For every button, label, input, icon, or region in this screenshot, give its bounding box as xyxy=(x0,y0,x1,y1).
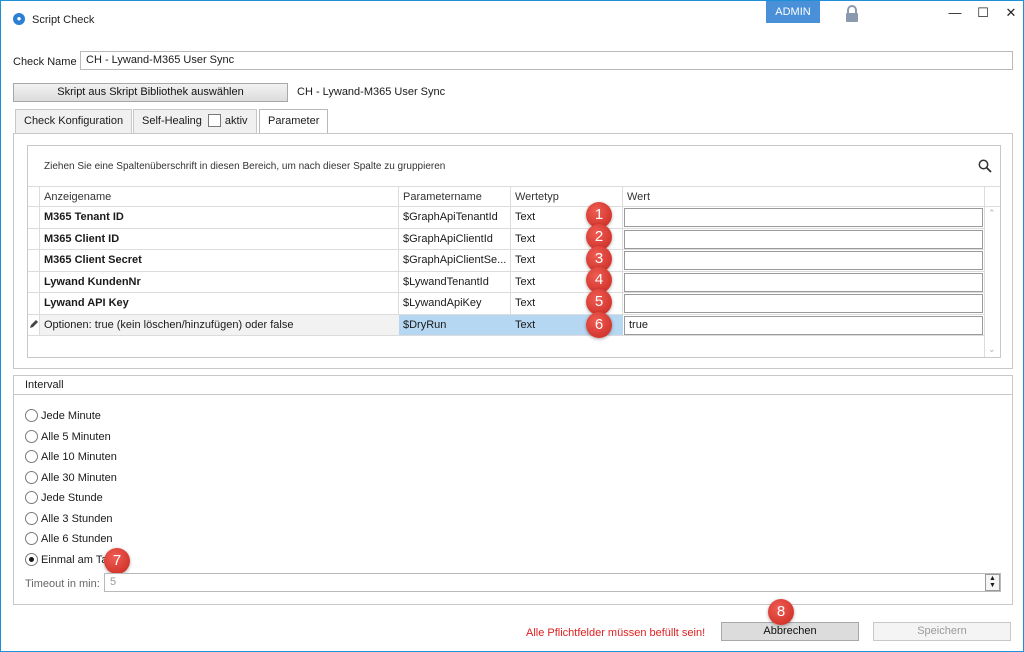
row-parameter-name: $DryRun xyxy=(403,319,447,331)
interval-option-daily[interactable]: Einmal am Tag xyxy=(25,553,114,569)
row-parameter-name: $LywandTenantId xyxy=(403,276,489,288)
interval-panel xyxy=(13,375,1013,605)
annotation-badge: 7 xyxy=(104,548,130,574)
row-display-name: Lywand KundenNr xyxy=(44,276,141,288)
row-parameter-name: $GraphApiClientId xyxy=(403,233,493,245)
self-healing-active-label: aktiv xyxy=(224,115,248,127)
interval-option-hourly[interactable]: Jede Stunde xyxy=(25,491,103,507)
self-healing-checkbox[interactable] xyxy=(207,114,221,127)
radio-label: Einmal am Tag xyxy=(41,554,114,566)
radio-button[interactable] xyxy=(25,532,38,545)
tenant-id-value-input[interactable] xyxy=(624,208,983,227)
interval-option-6-hours[interactable]: Alle 6 Stunden xyxy=(25,532,113,548)
script-check-window: ● Script Check ADMIN — ☐ ✕ Check Name CH… xyxy=(0,0,1024,652)
row-display-name: M365 Tenant ID xyxy=(44,211,124,223)
timeout-input[interactable]: 5 xyxy=(104,573,1001,592)
lock-icon[interactable] xyxy=(844,5,860,23)
radio-label: Alle 5 Minuten xyxy=(41,431,111,443)
row-parameter-name: $LywandApiKey xyxy=(403,297,482,309)
client-secret-value-input[interactable] xyxy=(624,251,983,270)
row-display-name: M365 Client Secret xyxy=(44,254,142,266)
radio-label: Alle 10 Minuten xyxy=(41,451,117,463)
radio-label: Alle 6 Stunden xyxy=(41,533,113,545)
tab-label: Check Konfiguration xyxy=(24,115,124,127)
save-button[interactable]: Speichern xyxy=(873,622,1011,641)
radio-label: Alle 3 Stunden xyxy=(41,513,113,525)
row-value-type: Text xyxy=(515,297,536,309)
tab-check-configuration[interactable]: Check Konfiguration xyxy=(15,109,133,133)
scroll-down-arrow-icon[interactable]: ⌄ xyxy=(988,344,996,355)
radio-button[interactable] xyxy=(25,430,38,443)
radio-label: Jede Minute xyxy=(41,410,101,422)
radio-label: Jede Stunde xyxy=(41,492,103,504)
radio-button-selected[interactable] xyxy=(25,553,38,566)
radio-button[interactable] xyxy=(25,471,38,484)
search-icon[interactable] xyxy=(978,159,992,173)
tab-self-healing[interactable]: Self-Healing aktiv xyxy=(133,109,257,133)
window-title: Script Check xyxy=(32,14,95,26)
interval-title: Intervall xyxy=(25,379,64,391)
title-bar: ● Script Check ADMIN — ☐ ✕ xyxy=(1,1,1023,31)
selected-script-name: CH - Lywand-M365 User Sync xyxy=(297,86,446,98)
tab-parameter[interactable]: Parameter xyxy=(259,109,329,134)
radio-button[interactable] xyxy=(25,450,38,463)
interval-option-3-hours[interactable]: Alle 3 Stunden xyxy=(25,512,113,528)
row-value-type: Text xyxy=(515,211,536,223)
radio-button[interactable] xyxy=(25,409,38,422)
interval-option-5-minutes[interactable]: Alle 5 Minuten xyxy=(25,430,111,446)
app-icon: ● xyxy=(13,13,25,25)
row-display-name: Optionen: true (kein löschen/hinzufügen)… xyxy=(44,319,294,331)
column-header-display-name[interactable]: Anzeigename xyxy=(40,187,395,207)
dry-run-value-input[interactable]: true xyxy=(624,316,983,335)
interval-option-every-minute[interactable]: Jede Minute xyxy=(25,409,101,425)
client-id-value-input[interactable] xyxy=(624,230,983,249)
check-name-label: Check Name xyxy=(13,56,77,68)
radio-button[interactable] xyxy=(25,491,38,504)
row-parameter-name: $GraphApiClientSe... xyxy=(403,254,507,266)
row-display-name: M365 Client ID xyxy=(44,233,120,245)
row-display-name: Lywand API Key xyxy=(44,297,129,309)
radio-label: Alle 30 Minuten xyxy=(41,472,117,484)
row-parameter-name: $GraphApiTenantId xyxy=(403,211,498,223)
timeout-stepper[interactable]: ▲ ▼ xyxy=(985,574,1000,591)
row-value-type: Text xyxy=(515,254,536,266)
tab-label: Self-Healing xyxy=(142,115,202,127)
annotation-badge: 6 xyxy=(586,312,612,338)
maximize-button[interactable]: ☐ xyxy=(969,3,997,23)
radio-button[interactable] xyxy=(25,512,38,525)
row-value-type: Text xyxy=(515,319,536,331)
select-script-button[interactable]: Skript aus Skript Bibliothek auswählen xyxy=(13,83,288,102)
admin-badge[interactable]: ADMIN xyxy=(766,1,820,23)
interval-option-30-minutes[interactable]: Alle 30 Minuten xyxy=(25,471,117,487)
interval-option-10-minutes[interactable]: Alle 10 Minuten xyxy=(25,450,117,466)
check-name-input[interactable]: CH - Lywand-M365 User Sync xyxy=(80,51,1013,70)
annotation-badge: 8 xyxy=(768,599,794,625)
cancel-button[interactable]: Abbrechen xyxy=(721,622,859,641)
edit-pencil-icon xyxy=(30,320,38,328)
close-button[interactable]: ✕ xyxy=(997,3,1024,23)
group-by-hint: Ziehen Sie eine Spaltenüberschrift in di… xyxy=(44,161,446,172)
customer-number-value-input[interactable] xyxy=(624,273,983,292)
timeout-label: Timeout in min: xyxy=(25,578,100,590)
column-header-parameter-name[interactable]: Parametername xyxy=(399,187,509,207)
row-value-type: Text xyxy=(515,233,536,245)
validation-error-message: Alle Pflichtfelder müssen befüllt sein! xyxy=(526,627,706,639)
tab-label: Parameter xyxy=(268,115,320,127)
scroll-up-arrow-icon[interactable]: ⌃ xyxy=(988,208,996,219)
api-key-value-input[interactable] xyxy=(624,294,983,313)
column-header-value[interactable]: Wert xyxy=(623,187,983,207)
row-value-type: Text xyxy=(515,276,536,288)
minimize-button[interactable]: — xyxy=(941,3,969,23)
